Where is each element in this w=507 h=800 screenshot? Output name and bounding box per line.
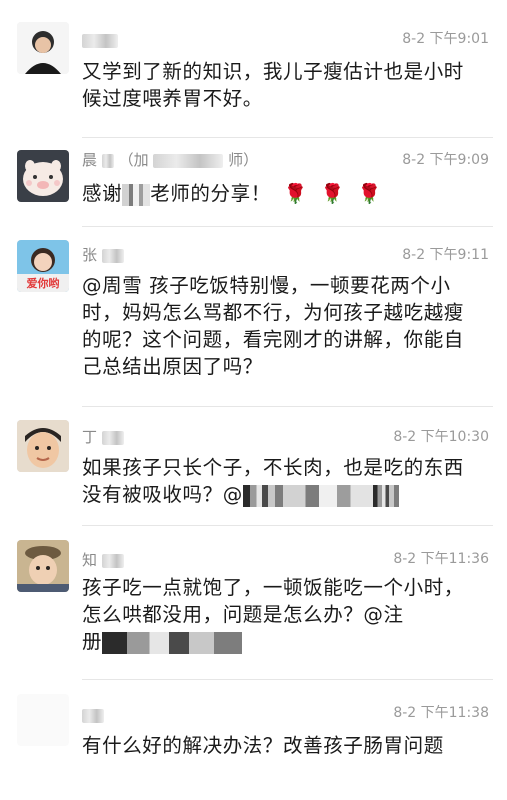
avatar[interactable]	[17, 540, 69, 592]
svg-text:爱你哟: 爱你哟	[27, 276, 60, 290]
commenter-name-tail: 师）	[228, 151, 259, 169]
redacted-name-blur	[82, 708, 104, 723]
avatar[interactable]: 爱你哟	[17, 240, 69, 292]
commenter-name-suffix: （加	[118, 151, 149, 169]
comment-timestamp: 8-2 下午11:38	[393, 705, 489, 721]
redacted-mention-mosaic	[372, 484, 399, 507]
user-photo-icon	[17, 22, 69, 74]
comment-divider	[82, 406, 493, 407]
comment-item: 知 8-2 下午11:36 孩子吃一点就饱了，一顿饭能吃一个小时，怎么哄都没用，…	[0, 526, 507, 680]
comment-text-before: 感谢	[82, 182, 123, 205]
redacted-name-blur	[101, 248, 124, 263]
commenter-name[interactable]: 张	[82, 246, 124, 264]
commenter-name-text: 丁	[82, 428, 98, 446]
redacted-mention-mosaic	[242, 484, 283, 507]
redacted-name-blur	[153, 153, 224, 168]
redacted-name-blur	[101, 553, 124, 568]
commenter-name-text: 晨	[82, 151, 98, 169]
commenter-name[interactable]: 知	[82, 551, 124, 569]
redacted-mention-mosaic	[122, 183, 151, 206]
comment-text: 感谢 老师的分享！ 🌹 🌹 🌹	[82, 180, 482, 208]
comment-divider	[82, 226, 493, 227]
redacted-name-blur	[101, 153, 114, 168]
comment-timestamp: 8-2 下午9:11	[402, 247, 489, 263]
avatar[interactable]	[17, 694, 69, 746]
comment-text: 又学到了新的知识，我儿子瘦估计也是小时候过度喂养胃不好。	[82, 60, 464, 110]
redacted-mention-mosaic	[102, 631, 243, 654]
commenter-name-text: 知	[82, 551, 98, 569]
comment-timestamp: 8-2 下午11:36	[393, 551, 489, 567]
commenter-name[interactable]	[82, 706, 104, 724]
comment-item: 丁 8-2 下午10:30 如果孩子只长个子，不长肉，也是吃的东西没有被吸收吗？…	[0, 408, 507, 526]
comment-list-screen: { "comments": [ { "name": "", "time": "8…	[0, 0, 507, 800]
commenter-name[interactable]: 丁	[82, 428, 124, 446]
comment-text-after: 老师的分享！	[150, 182, 271, 205]
comment-item: 晨 （加 师） 8-2 下午9:09 感谢 老师的分享！ 🌹 🌹 🌹	[0, 138, 507, 228]
comment-text: 孩子吃一点就饱了，一顿饭能吃一个小时，怎么哄都没用，问题是怎么办？@注册	[82, 574, 482, 655]
comment-timestamp: 8-2 下午9:01	[402, 31, 489, 47]
rose-emoji-icon: 🌹	[357, 183, 383, 205]
comment-text: 如果孩子只长个子，不长肉，也是吃的东西没有被吸收吗？@	[82, 454, 482, 508]
comment-text: @周雪 孩子吃饭特别慢，一顿要花两个小时，妈妈怎么骂都不行，为何孩子越吃越瘦的呢…	[82, 274, 464, 378]
rose-emoji-icon: 🌹	[283, 183, 308, 205]
avatar[interactable]	[17, 420, 69, 472]
avatar[interactable]	[17, 22, 69, 74]
commenter-name[interactable]	[82, 31, 118, 49]
avatar[interactable]	[17, 150, 69, 202]
comment-timestamp: 8-2 下午10:30	[393, 429, 489, 445]
comment-item: 8-2 下午11:38 有什么好的解决办法？改善孩子肠胃问题	[0, 680, 507, 800]
comment-item: 8-2 下午9:01 又学到了新的知识，我儿子瘦估计也是小时候过度喂养胃不好。	[0, 0, 507, 138]
comment-text: 有什么好的解决办法？改善孩子肠胃问题	[82, 734, 444, 757]
comment-item: 爱你哟 张 8-2 下午9:11 @周雪 孩子吃饭特别慢，一顿要花两个小时，妈妈…	[0, 228, 507, 408]
commenter-name[interactable]: 晨 （加 师）	[82, 151, 258, 169]
commenter-name-text: 张	[82, 246, 98, 264]
rose-emoji-icon: 🌹	[320, 183, 345, 205]
redacted-name-blur	[101, 430, 124, 445]
child-photo-avatar-icon	[17, 420, 69, 472]
redacted-name-blur	[82, 33, 118, 48]
cartoon-girl-avatar-icon: 爱你哟	[17, 240, 69, 292]
comment-text-after: 册	[82, 630, 103, 653]
cartoon-pig-avatar-icon	[17, 150, 69, 202]
child-with-hat-avatar-icon	[17, 540, 69, 592]
redacted-mention-mosaic	[282, 484, 373, 507]
comment-timestamp: 8-2 下午9:09	[402, 152, 489, 168]
comment-text-before: 孩子吃一点就饱了，一顿饭能吃一个小时，怎么哄都没用，问题是怎么办？@注	[82, 576, 464, 626]
